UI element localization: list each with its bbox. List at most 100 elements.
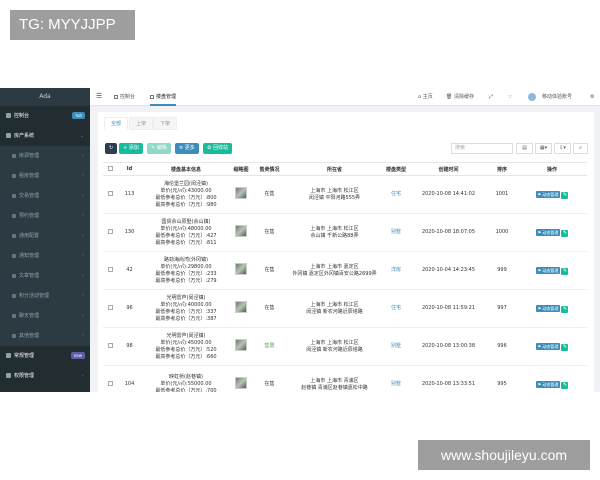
- cell-thumbnail[interactable]: [230, 213, 252, 252]
- cell-thumbnail[interactable]: [230, 251, 252, 290]
- columns-icon[interactable]: ▦▾: [535, 143, 552, 154]
- sidebar-item[interactable]: 聊天管理 ‹: [0, 306, 90, 326]
- menu-toggle-icon[interactable]: ☰: [96, 92, 102, 101]
- filter-tab-off-shelf[interactable]: 下架: [153, 117, 178, 130]
- add-button[interactable]: + 添加: [119, 143, 143, 154]
- property-thumbnail[interactable]: [235, 301, 247, 313]
- cell-thumbnail[interactable]: [230, 327, 252, 366]
- sidebar-item[interactable]: 房产系统 ⌄: [0, 126, 90, 146]
- sidebar-item[interactable]: 权限管理 ‹: [0, 366, 90, 386]
- cell-thumbnail[interactable]: [230, 365, 252, 392]
- edit-icon[interactable]: ✎: [561, 267, 569, 275]
- cell-thumbnail[interactable]: [230, 289, 252, 328]
- more-button[interactable]: ≡ 更多: [175, 143, 199, 154]
- fullscreen-button[interactable]: ⤢: [489, 88, 493, 106]
- sidebar-item[interactable]: 常规管理 new: [0, 346, 90, 366]
- edit-icon[interactable]: ✎: [561, 229, 569, 237]
- row-select-cell[interactable]: [103, 213, 117, 252]
- dynamic-manage-button[interactable]: ⚑ 动态管理: [535, 190, 561, 198]
- row-checkbox[interactable]: [107, 190, 113, 196]
- sidebar-item[interactable]: 积分活动管理 ‹: [0, 286, 90, 306]
- clear-cache-button[interactable]: 🗑 清除缓存: [446, 88, 474, 106]
- dynamic-manage-button[interactable]: ⚑ 动态管理: [535, 304, 561, 312]
- sidebar-item[interactable]: 房源管理 ‹: [0, 146, 90, 166]
- edit-icon[interactable]: ✎: [561, 305, 569, 313]
- cell-thumbnail[interactable]: [230, 175, 252, 214]
- tab-dashboard[interactable]: 控制台: [114, 88, 135, 106]
- table-row[interactable]: 113 海伦堡兰园(闵泾镇) 单价(元/㎡):43000.00 最低参考总价（万元）:…: [103, 175, 587, 214]
- property-thumbnail[interactable]: [235, 263, 247, 275]
- info-line: 最低参考总价（万元）:233: [155, 270, 217, 277]
- user-name[interactable]: 移动体验账号: [542, 88, 572, 106]
- sidebar-item[interactable]: 租房管理 ‹: [0, 166, 90, 186]
- filter-tab-all[interactable]: 全部: [104, 117, 129, 130]
- sidebar-item[interactable]: 控制台 hot: [0, 106, 90, 126]
- cell-type[interactable]: 别墅: [382, 365, 410, 392]
- type-tag[interactable]: 别墅: [391, 229, 401, 235]
- select-all-header[interactable]: [103, 162, 117, 176]
- table-row[interactable]: 130 国贸佘山原墅(佘山镇) 单价(元/㎡):48000.00 最低参考总价（万元）…: [103, 213, 587, 252]
- recycle-bin-button[interactable]: ♻ 回收站: [203, 143, 233, 154]
- cell-address: 上海市 上海市 松江区 佘山镇 千新公路88弄: [287, 213, 382, 252]
- row-select-cell[interactable]: [103, 251, 117, 290]
- dynamic-manage-button[interactable]: ⚑ 动态管理: [535, 266, 561, 274]
- sidebar-item[interactable]: 文章管理 ‹: [0, 266, 90, 286]
- type-tag[interactable]: 住宅: [391, 305, 401, 311]
- search-icon[interactable]: ⌕: [573, 143, 588, 154]
- table-row[interactable]: 42 路劲海尚湾(外冈镇) 单价(元/㎡):29800.00 最低参考总价（万元）:2…: [103, 251, 587, 290]
- edit-button[interactable]: ✎ 编辑: [147, 143, 171, 154]
- row-checkbox[interactable]: [107, 266, 113, 272]
- type-tag[interactable]: 洋房: [391, 267, 401, 273]
- sidebar-item[interactable]: 通知管理 ‹: [0, 246, 90, 266]
- property-thumbnail[interactable]: [235, 339, 247, 351]
- row-checkbox[interactable]: [107, 228, 113, 234]
- dynamic-manage-button[interactable]: ⚑ 动态管理: [535, 342, 561, 350]
- cell-type[interactable]: 住宅: [382, 175, 410, 214]
- settings-icon[interactable]: ⚙: [590, 88, 594, 106]
- refresh-button[interactable]: ↻: [105, 143, 118, 154]
- cell-type[interactable]: 别墅: [382, 327, 410, 366]
- table-row[interactable]: 104 映虹桥(赵巷镇) 单价(元/㎡):55000.00 最低参考总价（万元）:70…: [103, 365, 587, 392]
- table-view-icon[interactable]: ▤: [516, 143, 533, 154]
- table-row[interactable]: 98 光明雷芦(闵泾镇) 单价(元/㎡):45000.00 最低参考总价（万元）:52…: [103, 327, 587, 366]
- table-row[interactable]: 96 光明雷芦(闵泾镇) 单价(元/㎡):40000.00 最低参考总价（万元）:33…: [103, 289, 587, 328]
- search-input[interactable]: 搜索: [451, 143, 513, 154]
- cell-type[interactable]: 住宅: [382, 289, 410, 328]
- edit-icon[interactable]: ✎: [561, 381, 569, 389]
- dynamic-manage-button[interactable]: ⚑ 动态管理: [535, 228, 561, 236]
- filter-tab-on-shelf[interactable]: 上架: [129, 117, 154, 130]
- edit-icon[interactable]: ✎: [561, 191, 569, 199]
- sidebar-item[interactable]: 通用配置 ‹: [0, 226, 90, 246]
- export-icon[interactable]: ⇩▾: [554, 143, 571, 154]
- row-checkbox[interactable]: [107, 380, 113, 386]
- sidebar-item[interactable]: 交易管理 ‹: [0, 186, 90, 206]
- col-header-sort[interactable]: 排序: [487, 162, 517, 176]
- dynamic-manage-button[interactable]: ⚑ 动态管理: [535, 380, 561, 388]
- property-thumbnail[interactable]: [235, 187, 247, 199]
- type-tag[interactable]: 别墅: [391, 343, 401, 349]
- row-select-cell[interactable]: [103, 365, 117, 392]
- col-header-id[interactable]: Id: [117, 162, 142, 176]
- sidebar-item[interactable]: 其他管理 ‹: [0, 326, 90, 346]
- row-select-cell[interactable]: [103, 175, 117, 214]
- type-tag[interactable]: 住宅: [391, 191, 401, 197]
- property-thumbnail[interactable]: [235, 225, 247, 237]
- cell-type[interactable]: 洋房: [382, 251, 410, 290]
- chevron-icon: ‹: [82, 273, 84, 279]
- row-checkbox[interactable]: [107, 342, 113, 348]
- grid-icon[interactable]: ⁙: [508, 88, 512, 106]
- property-thumbnail[interactable]: [235, 377, 247, 389]
- tab-property-management[interactable]: 楼盘管理: [150, 88, 177, 106]
- cell-type[interactable]: 别墅: [382, 213, 410, 252]
- row-select-cell[interactable]: [103, 327, 117, 366]
- home-link[interactable]: ⌂ 主页: [418, 88, 433, 106]
- col-header-thumb: 缩略图: [230, 162, 252, 176]
- type-tag[interactable]: 别墅: [391, 381, 401, 387]
- edit-icon[interactable]: ✎: [561, 343, 569, 351]
- select-all-checkbox[interactable]: [107, 165, 113, 171]
- avatar[interactable]: [528, 93, 536, 101]
- cell-id: 42: [117, 251, 142, 290]
- row-checkbox[interactable]: [107, 304, 113, 310]
- sidebar-item[interactable]: 预约管理 ‹: [0, 206, 90, 226]
- row-select-cell[interactable]: [103, 289, 117, 328]
